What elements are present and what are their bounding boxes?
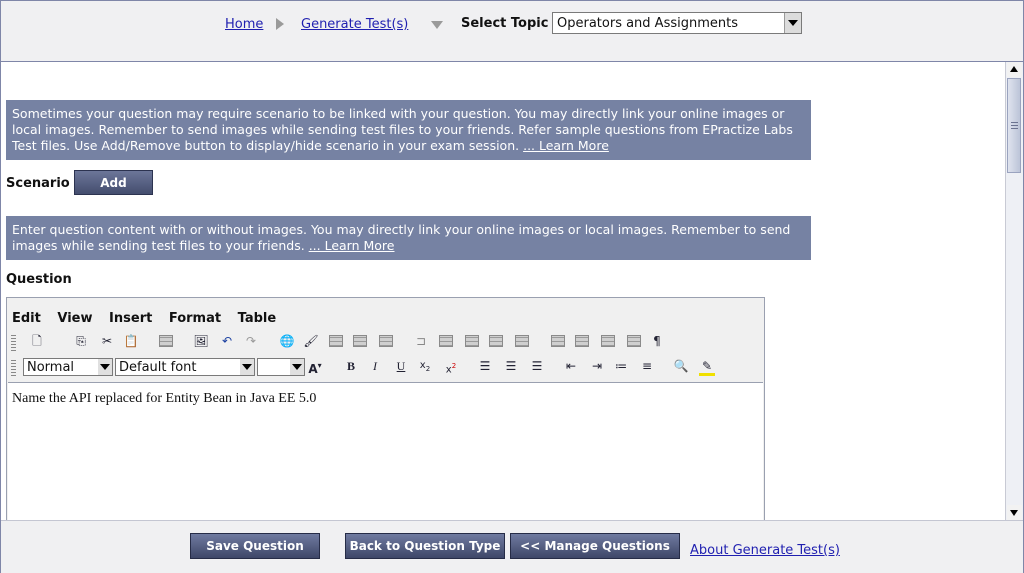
- save-question-button[interactable]: Save Question: [190, 533, 320, 559]
- table-borders-icon[interactable]: [601, 335, 615, 347]
- insert-link-icon[interactable]: 🌐: [279, 334, 295, 348]
- table-insert-row-icon[interactable]: [329, 335, 343, 347]
- question-text: Name the API replaced for Entity Bean in…: [12, 391, 317, 406]
- rich-text-editor: Edit View Insert Format Table 🗋 ⎘ ✂ 📋 🖼 …: [6, 297, 765, 520]
- redo-icon[interactable]: ↷: [243, 334, 259, 348]
- superscript-icon[interactable]: x2: [443, 359, 459, 375]
- paste-icon[interactable]: 📋: [123, 334, 139, 348]
- table-delete-icon[interactable]: [575, 335, 589, 347]
- chevron-down-icon[interactable]: [431, 21, 443, 29]
- menu-insert[interactable]: Insert: [109, 311, 152, 326]
- insert-table-icon[interactable]: [159, 335, 173, 347]
- about-generate-tests-link[interactable]: About Generate Test(s): [690, 543, 840, 558]
- align-right-icon[interactable]: ☰: [529, 359, 545, 373]
- table-shading-icon[interactable]: [627, 335, 641, 347]
- table-split-icon[interactable]: ⊐: [413, 334, 429, 348]
- outdent-icon[interactable]: ⇤: [563, 359, 579, 373]
- app-window: Home Generate Test(s) Select Topic Opera…: [0, 0, 1024, 573]
- table-props-icon[interactable]: [551, 335, 565, 347]
- toolbar-grip-icon: [11, 358, 16, 376]
- scenario-info-text: Sometimes your question may require scen…: [12, 106, 793, 153]
- add-scenario-button[interactable]: Add: [74, 170, 153, 195]
- header-bar: Home Generate Test(s) Select Topic Opera…: [1, 1, 1023, 62]
- align-left-icon[interactable]: ☰: [477, 359, 493, 373]
- question-learn-more-link[interactable]: ... Learn More: [309, 238, 395, 253]
- dropdown-arrow-icon[interactable]: [290, 359, 304, 375]
- footer-bar: Save Question Back to Question Type << M…: [1, 520, 1023, 573]
- new-document-icon[interactable]: 🗋: [29, 334, 45, 348]
- dropdown-arrow-icon[interactable]: [784, 13, 801, 33]
- breadcrumb-arrow-icon: [276, 18, 284, 30]
- indent-icon[interactable]: ⇥: [589, 359, 605, 373]
- style-select-value: Normal: [27, 360, 75, 375]
- table-cell-left-icon[interactable]: [465, 335, 479, 347]
- generate-tests-link[interactable]: Generate Test(s): [301, 17, 408, 32]
- scroll-up-icon[interactable]: [1007, 62, 1022, 77]
- table-delete-row-icon[interactable]: [353, 335, 367, 347]
- menu-edit[interactable]: Edit: [12, 311, 41, 326]
- manage-questions-button[interactable]: << Manage Questions: [510, 533, 680, 559]
- font-select[interactable]: Default font: [115, 358, 255, 376]
- toolbar-grip-icon: [11, 333, 16, 351]
- menu-view[interactable]: View: [57, 311, 92, 326]
- editor-menubar: Edit View Insert Format Table: [12, 311, 288, 326]
- font-select-value: Default font: [119, 360, 197, 375]
- bold-icon[interactable]: B: [343, 359, 359, 373]
- cut-icon[interactable]: ✂: [99, 334, 115, 348]
- numbered-list-icon[interactable]: ≔: [613, 359, 629, 373]
- question-label: Question: [6, 272, 72, 287]
- question-info-box: Enter question content with or without i…: [6, 216, 811, 260]
- scroll-thumb[interactable]: [1007, 78, 1021, 173]
- clean-format-icon[interactable]: 🖌: [303, 334, 319, 348]
- editor-content-area[interactable]: Name the API replaced for Entity Bean in…: [8, 382, 763, 520]
- table-merge-icon[interactable]: [439, 335, 453, 347]
- scenario-learn-more-link[interactable]: ... Learn More: [523, 138, 609, 153]
- subscript-icon[interactable]: x2: [417, 359, 433, 373]
- editor-toolbar-2: Normal Default font A▾ B I U x2 x2 ☰ ☰ ☰…: [9, 356, 761, 378]
- question-info-text: Enter question content with or without i…: [12, 222, 791, 253]
- size-select[interactable]: [257, 358, 305, 376]
- font-size-icon[interactable]: A▾: [307, 359, 323, 376]
- topic-select-value: Operators and Assignments: [557, 16, 738, 31]
- highlight-icon[interactable]: ✎: [699, 359, 715, 376]
- undo-icon[interactable]: ↶: [219, 334, 235, 348]
- back-to-question-type-button[interactable]: Back to Question Type: [345, 533, 505, 559]
- vertical-scrollbar[interactable]: [1005, 62, 1023, 520]
- table-insert-col-icon[interactable]: [379, 335, 393, 347]
- scenario-info-box: Sometimes your question may require scen…: [6, 100, 811, 160]
- table-cell-props-icon[interactable]: [515, 335, 529, 347]
- copy-icon[interactable]: ⎘: [73, 334, 89, 348]
- insert-image-icon[interactable]: 🖼: [193, 334, 209, 348]
- table-cell-right-icon[interactable]: [489, 335, 503, 347]
- underline-icon[interactable]: U: [393, 359, 409, 373]
- style-select[interactable]: Normal: [23, 358, 113, 376]
- paragraph-mark-icon[interactable]: ¶: [649, 334, 665, 348]
- home-link[interactable]: Home: [225, 17, 263, 32]
- dropdown-arrow-icon[interactable]: [98, 359, 112, 375]
- topic-select[interactable]: Operators and Assignments: [552, 12, 802, 34]
- scroll-down-icon[interactable]: [1007, 505, 1022, 520]
- bullet-list-icon[interactable]: ≡: [639, 359, 655, 373]
- menu-table[interactable]: Table: [238, 311, 277, 326]
- italic-icon[interactable]: I: [367, 359, 383, 373]
- main-content: Sometimes your question may require scen…: [1, 62, 1005, 520]
- select-topic-label: Select Topic: [461, 16, 549, 31]
- dropdown-arrow-icon[interactable]: [240, 359, 254, 375]
- editor-toolbar-1: 🗋 ⎘ ✂ 📋 🖼 ↶ ↷ 🌐 🖌 ⊐ ¶: [9, 331, 761, 353]
- scenario-label: Scenario: [6, 176, 70, 191]
- menu-format[interactable]: Format: [169, 311, 221, 326]
- find-icon[interactable]: 🔍: [673, 359, 689, 373]
- align-center-icon[interactable]: ☰: [503, 359, 519, 373]
